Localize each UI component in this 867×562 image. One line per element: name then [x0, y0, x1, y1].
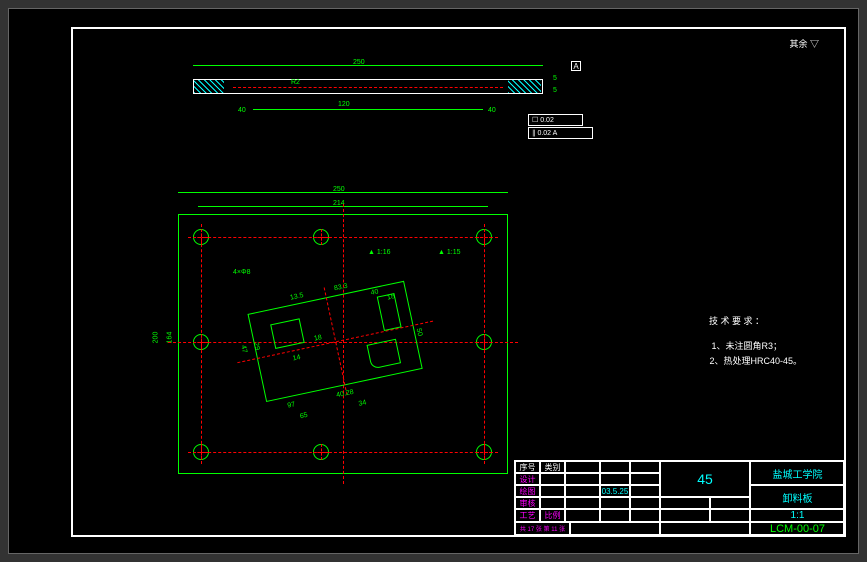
det-dim-10: 40.28: [336, 389, 355, 399]
det-dim-14: 50: [415, 328, 423, 337]
requirement-1: 1、未注圆角R3；: [711, 339, 782, 352]
requirement-2: 2、热处理HRC40-45。: [709, 354, 802, 367]
tb-drawing-no: LCM-00-07: [750, 522, 845, 535]
tb-h4: [600, 461, 630, 473]
centerline-top-h: [188, 237, 498, 238]
det-dim-12: 34: [358, 399, 367, 407]
centerline-left-v: [201, 224, 202, 464]
det-dim-11: 65: [299, 412, 308, 420]
section-view: 250 120 R2 40 40 5 5 A ☐ 0.02 ∥ 0.02 A: [193, 69, 543, 129]
det-dim-9: 97: [287, 401, 296, 409]
drawing-border: 其余 ▽ 250 120 R2 40 40 5 5 A: [71, 27, 846, 537]
tb-r1-5: [630, 473, 660, 485]
cad-viewport[interactable]: 其余 ▽ 250 120 R2 40 40 5 5 A: [8, 8, 859, 554]
angle-2: ▲ 1:15: [438, 249, 461, 256]
tb-date: 03.5.25: [600, 485, 630, 497]
finish-symbol-icon: ▽: [810, 39, 819, 49]
tb-r1-2: [540, 473, 565, 485]
title-block: 序号 类别 设计 绘图 03.5.25 审核 工艺 比例: [514, 460, 844, 535]
tb-institution: 盐城工学院: [750, 461, 845, 485]
centerline-bot-h: [188, 452, 498, 453]
tb-r4-3: [565, 509, 600, 522]
gdt-flatness: ☐ 0.02: [528, 114, 583, 126]
hatch-left: [194, 80, 224, 93]
tb-bottom: [570, 522, 660, 535]
tb-r3-1: 审核: [515, 497, 540, 509]
dim-r2: R2: [291, 79, 300, 86]
tb-r3-5: [630, 497, 660, 509]
datum-a: A: [571, 61, 581, 71]
tb-r1-3: [565, 473, 600, 485]
tb-r3-2: [540, 497, 565, 509]
surface-finish-label: 其余 ▽: [789, 37, 819, 50]
gdt-parallelism: ∥ 0.02 A: [528, 127, 593, 139]
tb-scale: 1:1: [750, 509, 845, 522]
dim-t2: 5: [553, 87, 557, 94]
tb-mid3: [660, 509, 710, 522]
requirements-title: 技 术 要 求 ：: [709, 314, 764, 327]
dim-right: 40: [488, 107, 496, 114]
dim-t1: 5: [553, 75, 557, 82]
tb-mid4: [710, 509, 750, 522]
centerline-h: [233, 87, 503, 88]
plan-view: 250 214 200 164: [158, 194, 528, 494]
tb-mid2: [710, 497, 750, 509]
dim-line: [193, 65, 543, 66]
det-dim-8: 29: [252, 342, 260, 351]
tb-sheets: 共 17 张 第 11 张: [515, 522, 570, 535]
tb-r2-2: [540, 485, 565, 497]
tb-r2-3: [565, 485, 600, 497]
tb-r3-4: [600, 497, 630, 509]
dim-plan-h: 200: [152, 332, 159, 344]
tb-mid1: [660, 497, 710, 509]
det-dim-7: 47: [239, 345, 247, 354]
tb-r4-5: [630, 509, 660, 522]
tb-h5: [630, 461, 660, 473]
tb-r1-4: [600, 473, 630, 485]
tb-scale-lbl: 比例: [540, 509, 565, 522]
tb-material: 45: [660, 461, 750, 497]
tb-partname: 卸料板: [750, 485, 845, 509]
tb-r4-1: 工艺: [515, 509, 540, 522]
centerline-right-v: [484, 224, 485, 464]
dim-line-inner: [253, 109, 483, 110]
angle-1: ▲ 1:16: [368, 249, 391, 256]
tb-bottom2: [660, 522, 750, 535]
dim-line-pw: [178, 192, 508, 193]
tb-h2: 类别: [540, 461, 565, 473]
tb-h1: 序号: [515, 461, 540, 473]
tb-r1-1: 设计: [515, 473, 540, 485]
tb-h3: [565, 461, 600, 473]
hatch-right: [508, 80, 541, 93]
dim-left: 40: [238, 107, 246, 114]
holes-spec: 4×Φ8: [233, 269, 250, 276]
tb-r2-5: [630, 485, 660, 497]
tb-r3-3: [565, 497, 600, 509]
dim-inner: 120: [338, 101, 350, 108]
tb-r4-4: [600, 509, 630, 522]
tb-r2-1: 绘图: [515, 485, 540, 497]
